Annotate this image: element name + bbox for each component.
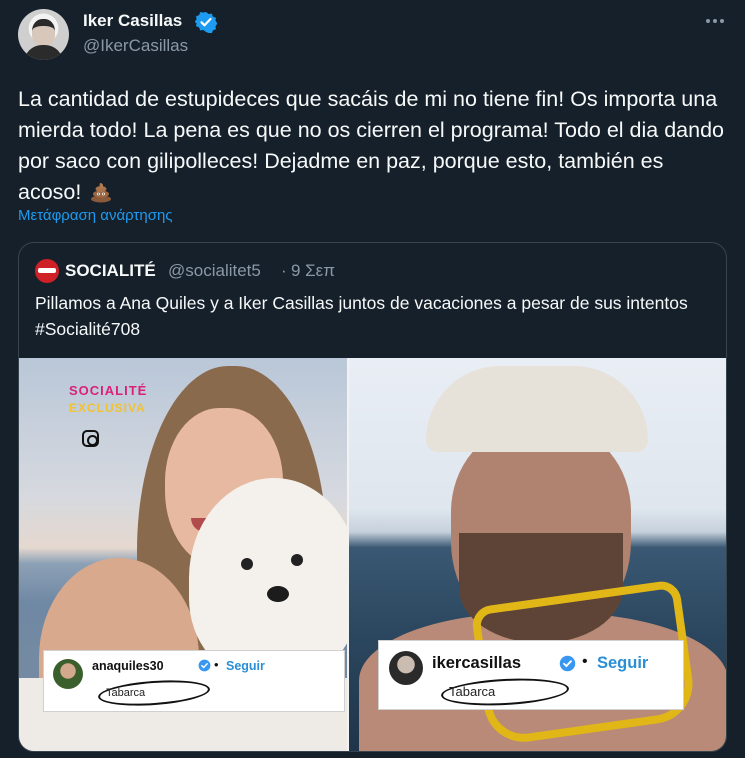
instagram-tag-left: anaquiles30 • Seguir Tabarca <box>43 650 345 712</box>
tag-follow: Seguir <box>226 659 265 673</box>
exclusive-label: EXCLUSIVA <box>69 401 146 415</box>
tag-follow: Seguir <box>597 654 649 672</box>
cap-shape <box>426 366 648 452</box>
tag-location: Tabarca <box>106 687 146 699</box>
tweet-text: La cantidad de estupideces que sacáis de… <box>18 84 730 208</box>
quoted-text: Pillamos a Ana Quiles y a Iker Casillas … <box>35 293 688 339</box>
verified-badge-icon <box>195 12 217 33</box>
translate-post-link[interactable]: Μετάφραση ανάρτησης <box>18 207 173 224</box>
tag-separator: • <box>214 657 219 672</box>
separator-dot: · <box>281 261 287 280</box>
socialite-logo: SOCIALITÉ <box>69 383 148 398</box>
verified-badge-icon <box>559 655 576 672</box>
tweet-body: La cantidad de estupideces que sacáis de… <box>18 87 724 204</box>
quoted-tweet-card[interactable]: SOCIALITÉ @socialitet5 · 9 Σεπ Pillamos … <box>18 242 727 752</box>
tag-location: Tabarca <box>449 684 496 699</box>
tag-avatar <box>53 659 83 689</box>
quoted-date[interactable]: 9 Σεπ <box>291 261 335 281</box>
quoted-author-avatar[interactable] <box>35 259 59 283</box>
tag-separator: • <box>582 653 588 670</box>
tag-username: anaquiles30 <box>92 659 164 673</box>
tag-username: ikercasillas <box>432 654 521 672</box>
photo-divider <box>347 358 349 751</box>
verified-badge-icon <box>198 659 211 672</box>
tweet-author-avatar[interactable] <box>18 9 69 60</box>
tag-avatar <box>389 651 423 685</box>
quoted-author-handle[interactable]: @socialitet5 <box>168 261 261 281</box>
quoted-media-image[interactable]: SOCIALITÉ EXCLUSIVA anaquiles30 • Seguir… <box>19 358 726 751</box>
more-options-icon[interactable] <box>704 10 726 32</box>
tweet-author-name[interactable]: Iker Casillas <box>83 11 182 31</box>
quoted-author-name[interactable]: SOCIALITÉ <box>65 261 156 281</box>
poop-emoji <box>91 183 112 203</box>
instagram-icon <box>82 430 99 447</box>
tweet-author-handle[interactable]: @IkerCasillas <box>83 36 188 56</box>
instagram-tag-right: ikercasillas • Seguir Tabarca <box>378 640 684 710</box>
